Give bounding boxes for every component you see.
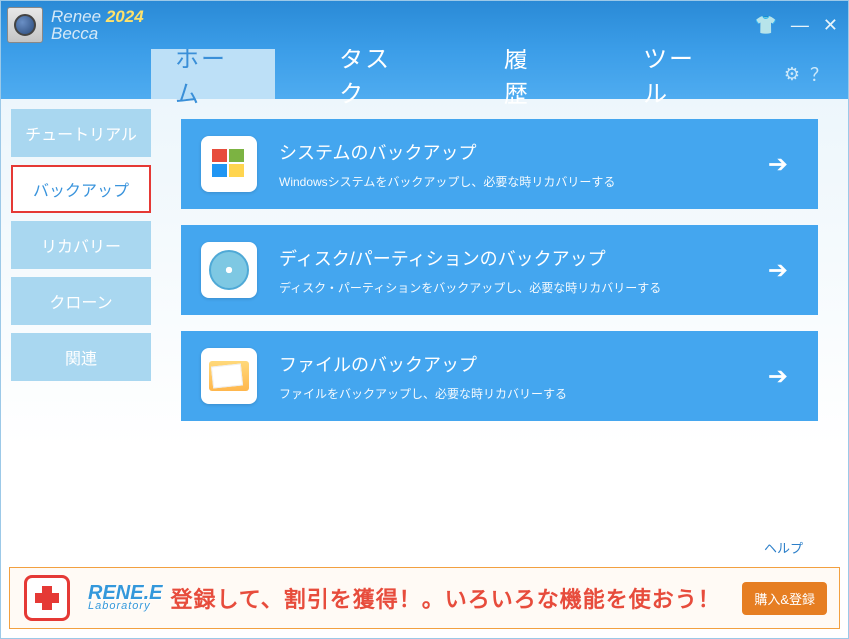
card-desc: ディスク・パーティションをバックアップし、必要な時リカバリーする xyxy=(279,279,746,296)
promo-text: 登録して、割引を獲得！。いろいろな機能を使おう！ xyxy=(170,582,734,614)
tab-history[interactable]: 履歴 xyxy=(480,49,579,99)
brand-title: Renee 2024 Becca xyxy=(51,8,144,42)
sidebar-item-label: クローン xyxy=(49,289,112,313)
question-icon[interactable]: ？ xyxy=(810,61,828,87)
window-controls: 👕 — ✕ xyxy=(754,15,838,36)
brand-year: 2024 xyxy=(106,7,144,26)
card-title: ディスク/パーティションのバックアップ xyxy=(279,245,746,271)
card-desc: ファイルをバックアップし、必要な時リカバリーする xyxy=(279,385,746,402)
card-text: ファイルのバックアップ ファイルをバックアップし、必要な時リカバリーする xyxy=(279,351,746,402)
sidebar-item-label: バックアップ xyxy=(33,177,129,201)
promo-bar: RENE.E Laboratory 登録して、割引を獲得！。いろいろな機能を使お… xyxy=(9,567,840,629)
promo-logo-icon xyxy=(14,570,80,626)
sidebar: チュートリアル バックアップ リカバリー クローン 関連 xyxy=(1,99,151,567)
card-desc: Windowsシステムをバックアップし、必要な時リカバリーする xyxy=(279,173,746,190)
pin-icon[interactable]: 👕 xyxy=(754,15,776,36)
folder-icon xyxy=(201,348,257,404)
sidebar-item-clone[interactable]: クローン xyxy=(11,277,151,325)
content-area: システムのバックアップ Windowsシステムをバックアップし、必要な時リカバリ… xyxy=(151,99,848,567)
brand-name-2: Becca xyxy=(51,24,98,43)
windows-icon xyxy=(201,136,257,192)
arrow-right-icon: ➔ xyxy=(768,362,788,391)
sidebar-item-related[interactable]: 関連 xyxy=(11,333,151,381)
help-link[interactable]: ヘルプ xyxy=(764,538,803,557)
tab-task[interactable]: タスク xyxy=(315,49,440,99)
minimize-icon[interactable]: — xyxy=(791,15,809,36)
arrow-right-icon: ➔ xyxy=(768,150,788,179)
body: チュートリアル バックアップ リカバリー クローン 関連 システムのバックアップ… xyxy=(1,99,848,567)
card-file-backup[interactable]: ファイルのバックアップ ファイルをバックアップし、必要な時リカバリーする ➔ xyxy=(181,331,818,421)
card-disk-backup[interactable]: ディスク/パーティションのバックアップ ディスク・パーティションをバックアップし… xyxy=(181,225,818,315)
nav-right-icons: ⚙ ？ xyxy=(784,49,828,99)
close-icon[interactable]: ✕ xyxy=(823,15,838,36)
tab-tools[interactable]: ツール xyxy=(619,49,744,99)
sidebar-item-recovery[interactable]: リカバリー xyxy=(11,221,151,269)
promo-brand: RENE.E Laboratory xyxy=(88,584,162,612)
sidebar-item-backup[interactable]: バックアップ xyxy=(11,165,151,213)
gear-icon[interactable]: ⚙ xyxy=(784,64,800,85)
sidebar-item-tutorial[interactable]: チュートリアル xyxy=(11,109,151,157)
sidebar-item-label: チュートリアル xyxy=(25,121,137,145)
main-nav: ホーム タスク 履歴 ツール ⚙ ？ xyxy=(1,49,848,99)
tab-home[interactable]: ホーム xyxy=(151,49,275,99)
arrow-right-icon: ➔ xyxy=(768,256,788,285)
card-title: システムのバックアップ xyxy=(279,139,746,165)
disk-icon xyxy=(201,242,257,298)
sidebar-item-label: 関連 xyxy=(65,345,97,369)
app-window: Renee 2024 Becca 👕 — ✕ ホーム タスク 履歴 ツール ⚙ … xyxy=(0,0,849,639)
card-text: システムのバックアップ Windowsシステムをバックアップし、必要な時リカバリ… xyxy=(279,139,746,190)
card-title: ファイルのバックアップ xyxy=(279,351,746,377)
title-bar: Renee 2024 Becca 👕 — ✕ xyxy=(1,1,848,49)
card-text: ディスク/パーティションのバックアップ ディスク・パーティションをバックアップし… xyxy=(279,245,746,296)
app-logo-icon xyxy=(7,7,43,43)
sidebar-item-label: リカバリー xyxy=(41,233,121,257)
buy-register-button[interactable]: 購入&登録 xyxy=(742,582,827,615)
card-system-backup[interactable]: システムのバックアップ Windowsシステムをバックアップし、必要な時リカバリ… xyxy=(181,119,818,209)
